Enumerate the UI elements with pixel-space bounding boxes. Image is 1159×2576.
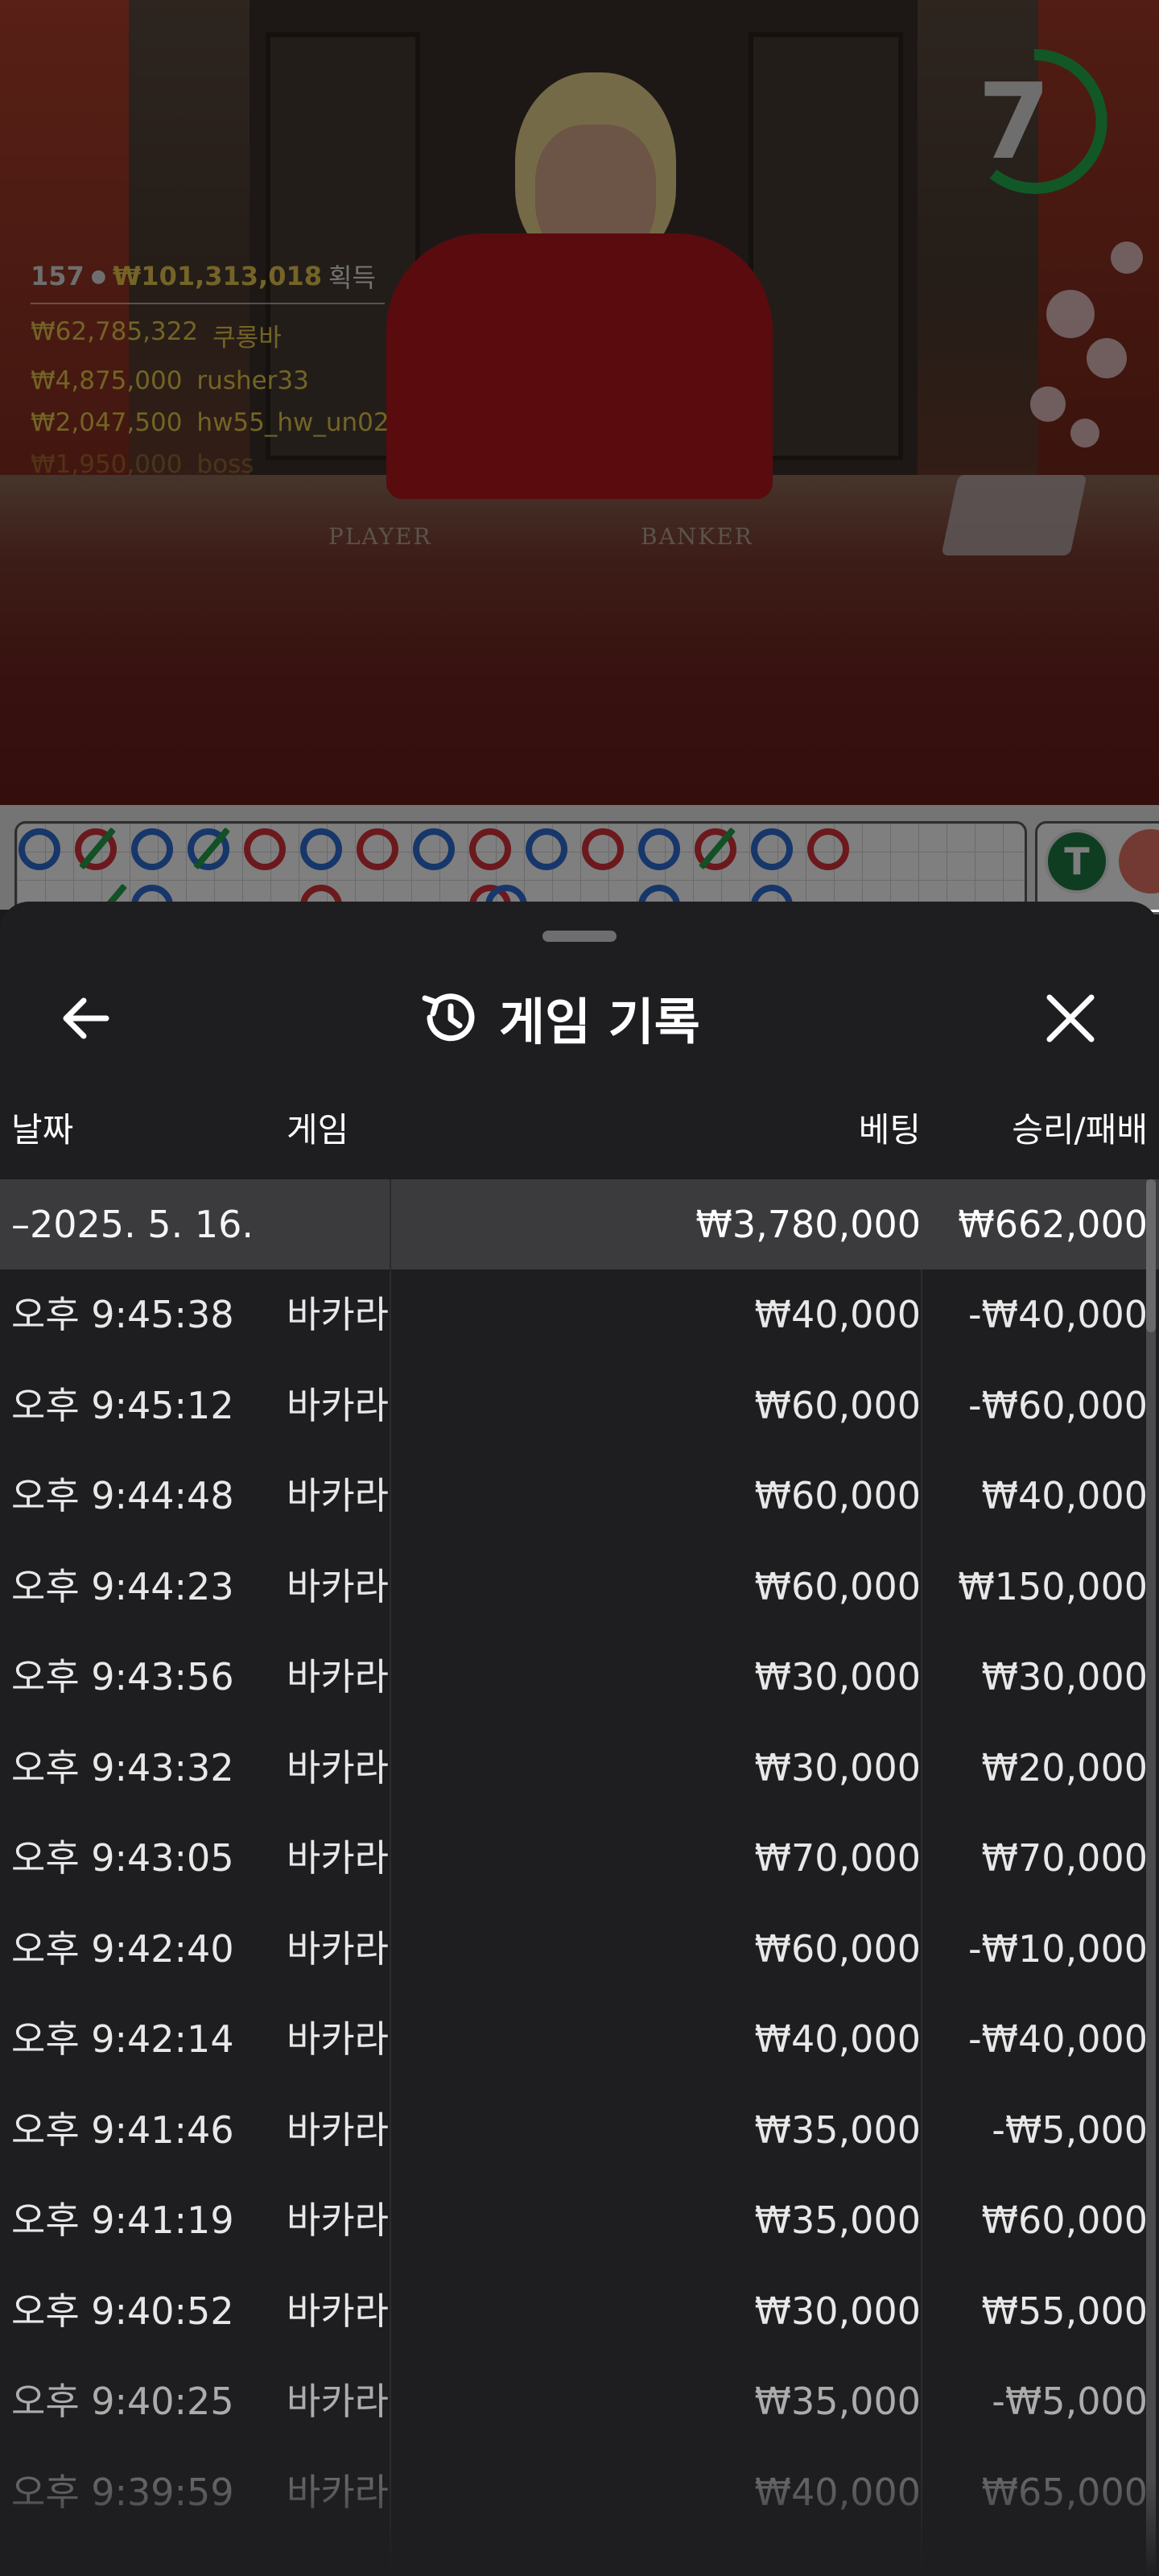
- row-winloss: ₩70,000: [981, 1836, 1148, 1880]
- row-time: 오후 9:40:52: [11, 2289, 234, 2333]
- row-bet: ₩30,000: [754, 1655, 921, 1699]
- sheet-title: 게임 기록: [499, 993, 700, 1051]
- row-time: 오후 9:41:19: [11, 2198, 234, 2242]
- row-bet: ₩30,000: [754, 1745, 921, 1790]
- group-winloss-total: ₩662,000: [958, 1203, 1148, 1246]
- row-winloss: -₩10,000: [967, 1926, 1148, 1971]
- row-time: 오후 9:43:05: [11, 1836, 234, 1880]
- column-header-winloss[interactable]: 승리/패배: [1012, 1103, 1148, 1152]
- row-winloss: -₩40,000: [967, 2017, 1148, 2061]
- row-time: 오후 9:41:46: [11, 2107, 234, 2152]
- column-header-date[interactable]: 날짜: [11, 1103, 73, 1152]
- row-time: 오후 9:40:25: [11, 2380, 234, 2423]
- sheet-header: 게임 기록: [0, 974, 1159, 1063]
- row-winloss: ₩40,000: [981, 1474, 1148, 1517]
- row-bet: ₩60,000: [754, 1564, 921, 1608]
- history-row[interactable]: 오후 9:41:46 바카라 ₩35,000 -₩5,000: [0, 2085, 1159, 2176]
- row-winloss: ₩150,000: [958, 1564, 1148, 1608]
- back-button[interactable]: [56, 990, 121, 1046]
- row-bet: ₩35,000: [754, 2198, 921, 2242]
- close-button[interactable]: [1038, 990, 1103, 1046]
- row-winloss: ₩60,000: [981, 2198, 1148, 2242]
- row-game: 바카라: [287, 2289, 389, 2333]
- row-time: 오후 9:44:48: [11, 1474, 234, 1517]
- group-date: –2025. 5. 16.: [11, 1203, 254, 1246]
- row-game: 바카라: [287, 1383, 389, 1427]
- row-winloss: -₩40,000: [967, 1293, 1148, 1336]
- row-winloss: ₩20,000: [981, 1745, 1148, 1790]
- row-game: 바카라: [287, 2198, 389, 2242]
- row-winloss: -₩5,000: [992, 2107, 1148, 2152]
- row-game: 바카라: [287, 1926, 389, 1971]
- scrollbar-thumb[interactable]: [1146, 1179, 1156, 1332]
- history-row[interactable]: 오후 9:41:19 바카라 ₩35,000 ₩60,000: [0, 2175, 1159, 2266]
- row-bet: ₩35,000: [754, 2380, 921, 2423]
- drag-handle[interactable]: [542, 931, 617, 942]
- row-time: 오후 9:45:38: [11, 1293, 234, 1336]
- scrollbar-track[interactable]: [1146, 1179, 1156, 2576]
- row-time: 오후 9:43:56: [11, 1655, 234, 1699]
- row-time: 오후 9:43:32: [11, 1745, 234, 1790]
- row-bet: ₩60,000: [754, 1474, 921, 1517]
- history-row[interactable]: 오후 9:42:14 바카라 ₩40,000 -₩40,000: [0, 1994, 1159, 2085]
- game-history-sheet: 게임 기록 날짜 게임 베팅 승리/패배 –2025. 5. 16. ₩3,78…: [0, 902, 1159, 2576]
- row-winloss: -₩60,000: [967, 1383, 1148, 1427]
- history-row[interactable]: 오후 9:42:40 바카라 ₩60,000 -₩10,000: [0, 1904, 1159, 1995]
- row-bet: ₩40,000: [754, 1293, 921, 1336]
- history-row[interactable]: 오후 9:40:52 바카라 ₩30,000 ₩55,000: [0, 2266, 1159, 2357]
- history-row[interactable]: 오후 9:45:38 바카라 ₩40,000 -₩40,000: [0, 1269, 1159, 1360]
- row-game: 바카라: [287, 1655, 389, 1699]
- row-time: 오후 9:42:14: [11, 2017, 234, 2061]
- date-group-row[interactable]: –2025. 5. 16. ₩3,780,000 ₩662,000: [0, 1179, 1159, 1269]
- row-bet: ₩35,000: [754, 2107, 921, 2152]
- row-game: 바카라: [287, 1564, 389, 1608]
- history-row[interactable]: 오후 9:43:56 바카라 ₩30,000 ₩30,000: [0, 1632, 1159, 1723]
- row-time: 오후 9:45:12: [11, 1383, 234, 1427]
- row-game: 바카라: [287, 2017, 389, 2061]
- history-row[interactable]: 오후 9:43:05 바카라 ₩70,000 ₩70,000: [0, 1813, 1159, 1904]
- row-bet: ₩30,000: [754, 2289, 921, 2333]
- column-header-bet[interactable]: 베팅: [859, 1103, 921, 1152]
- column-divider: [390, 1179, 391, 1269]
- row-winloss: ₩55,000: [981, 2289, 1148, 2333]
- row-bet: ₩60,000: [754, 1926, 921, 1971]
- row-time: 오후 9:44:23: [11, 1564, 234, 1608]
- row-game: 바카라: [287, 1474, 389, 1517]
- row-winloss: -₩5,000: [992, 2380, 1148, 2423]
- history-icon: [422, 993, 475, 1042]
- row-bet: ₩40,000: [754, 2017, 921, 2061]
- column-header-game[interactable]: 게임: [287, 1103, 349, 1152]
- row-bet: ₩70,000: [754, 1836, 921, 1880]
- list-fade-overlay: [0, 2479, 1159, 2576]
- row-game: 바카라: [287, 2380, 389, 2423]
- history-row[interactable]: 오후 9:44:23 바카라 ₩60,000 ₩150,000: [0, 1542, 1159, 1633]
- row-game: 바카라: [287, 1836, 389, 1880]
- row-game: 바카라: [287, 2107, 389, 2152]
- row-time: 오후 9:42:40: [11, 1926, 234, 1971]
- history-row[interactable]: 오후 9:43:32 바카라 ₩30,000 ₩20,000: [0, 1723, 1159, 1814]
- arrow-left-icon: [63, 997, 109, 1039]
- row-bet: ₩60,000: [754, 1383, 921, 1427]
- modal-backdrop[interactable]: [0, 0, 1159, 910]
- group-bet-total: ₩3,780,000: [695, 1203, 921, 1246]
- history-row[interactable]: 오후 9:45:12 바카라 ₩60,000 -₩60,000: [0, 1360, 1159, 1451]
- row-winloss: ₩30,000: [981, 1655, 1148, 1699]
- row-game: 바카라: [287, 1745, 389, 1790]
- history-row[interactable]: 오후 9:40:25 바카라 ₩35,000 -₩5,000: [0, 2356, 1159, 2447]
- row-game: 바카라: [287, 1293, 389, 1336]
- sheet-title-group: 게임 기록: [419, 985, 757, 1051]
- history-list: 오후 9:45:38 바카라 ₩40,000 -₩40,000 오후 9:45:…: [0, 1269, 1159, 2537]
- history-row[interactable]: 오후 9:44:48 바카라 ₩60,000 ₩40,000: [0, 1451, 1159, 1542]
- close-icon: [1046, 994, 1095, 1042]
